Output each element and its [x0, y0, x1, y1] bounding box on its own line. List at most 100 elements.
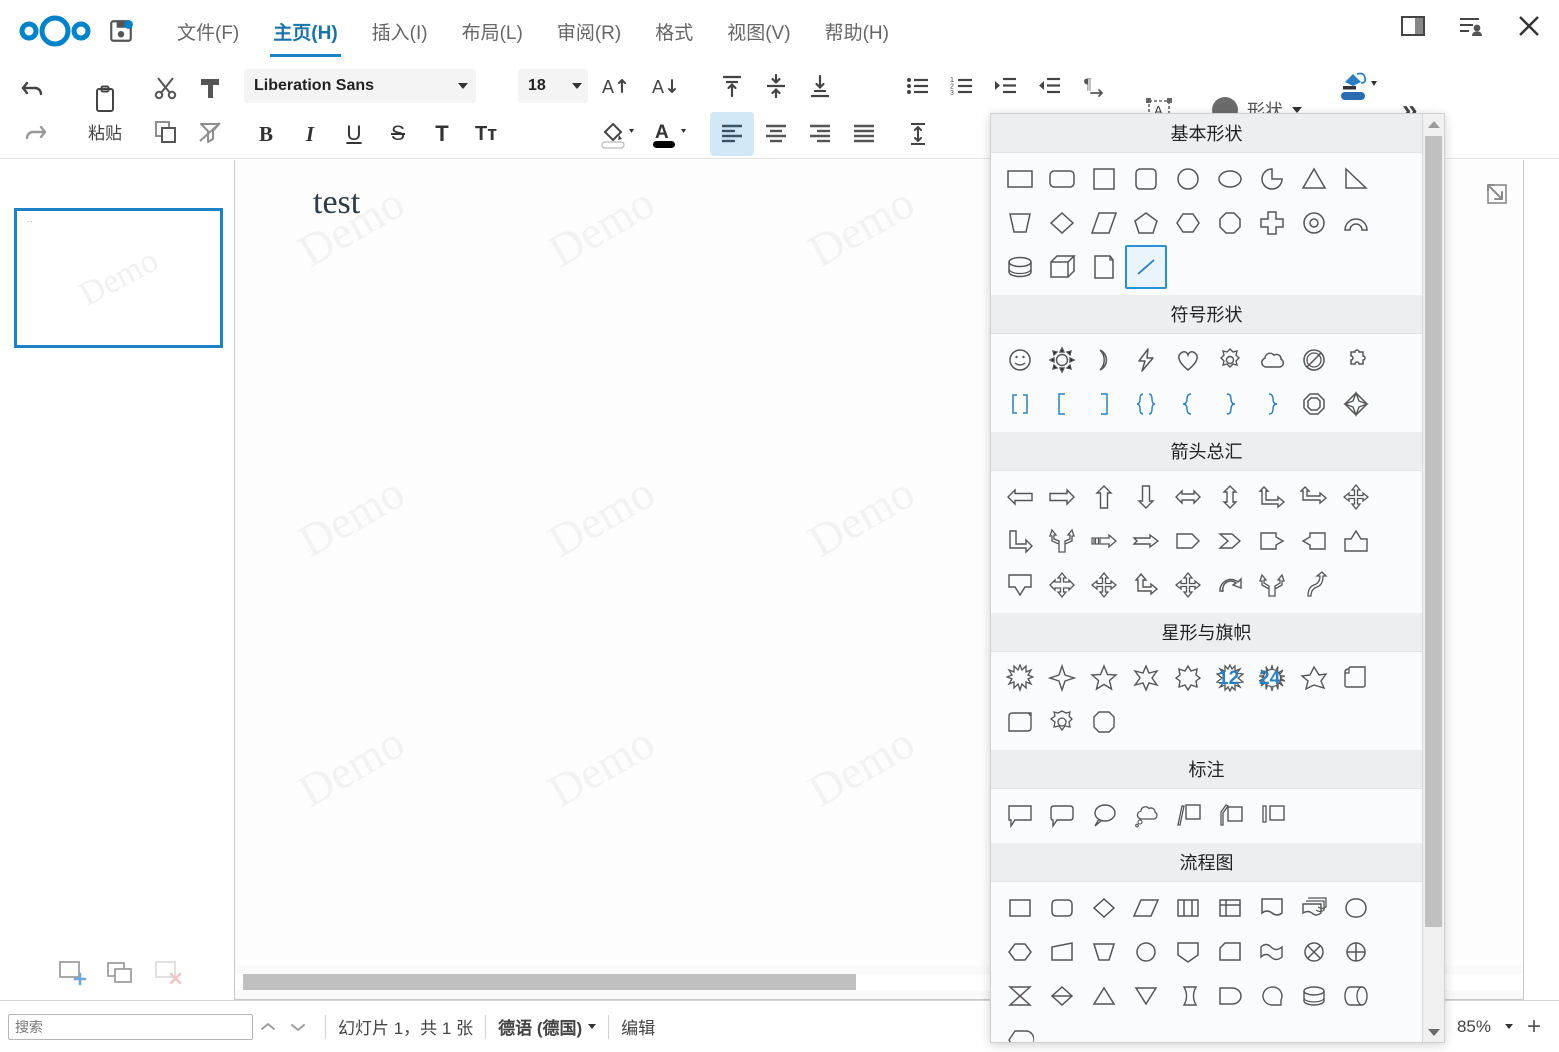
shape-folded-corner[interactable]: [1083, 245, 1125, 289]
font-name-select[interactable]: Liberation Sans: [244, 69, 476, 103]
shape-octagon[interactable]: [1209, 201, 1251, 245]
shape-chevron-arrow[interactable]: [1209, 519, 1251, 563]
shape-quad-arrow[interactable]: [1335, 475, 1377, 519]
shape-split-arrow[interactable]: [1293, 475, 1335, 519]
shape-cylinder[interactable]: [999, 245, 1041, 289]
shape-right-arrow-callout[interactable]: [1251, 519, 1293, 563]
menu-format[interactable]: 格式: [638, 12, 710, 51]
decrease-font-size-icon[interactable]: A: [644, 64, 688, 108]
shape-decision[interactable]: [1083, 886, 1125, 930]
shape-heart[interactable]: [1167, 338, 1209, 382]
nextcloud-logo-icon[interactable]: [18, 15, 92, 47]
shape-cross[interactable]: [1251, 201, 1293, 245]
menu-file[interactable]: 文件(F): [160, 12, 256, 51]
language-label[interactable]: 德语 (德国): [498, 1014, 582, 1039]
shape-predefined-process[interactable]: [1167, 886, 1209, 930]
italic-button[interactable]: I: [288, 112, 332, 156]
shape-octagon-bevel[interactable]: [1293, 382, 1335, 426]
shape-oval-callout[interactable]: [1083, 793, 1125, 837]
shape-extract[interactable]: [1083, 974, 1125, 1018]
font-color-button[interactable]: A: [644, 112, 696, 156]
shape-punched-tape[interactable]: [1251, 930, 1293, 974]
shape-line-callout-3[interactable]: [1251, 793, 1293, 837]
shape-rectangle[interactable]: [999, 157, 1041, 201]
shape-cloud[interactable]: [1251, 338, 1293, 382]
shape-parallelogram[interactable]: [1083, 201, 1125, 245]
shape-trapezoid[interactable]: [999, 201, 1041, 245]
shape-s-curve-arrow[interactable]: [1293, 563, 1335, 607]
shape-prohibited[interactable]: [1293, 338, 1335, 382]
sidebar-toggle-icon[interactable]: [1397, 10, 1429, 42]
shape-down-arrow-callout[interactable]: [999, 563, 1041, 607]
shape-summing-junction[interactable]: [1293, 930, 1335, 974]
line-spacing-icon[interactable]: [896, 112, 940, 156]
shape-hexagon[interactable]: [1167, 201, 1209, 245]
shadow-button[interactable]: T: [420, 112, 464, 156]
increase-indent-icon[interactable]: [984, 64, 1028, 108]
shape-puzzle[interactable]: [1335, 338, 1377, 382]
align-center-icon[interactable]: [754, 112, 798, 156]
shape-star-8[interactable]: [1167, 656, 1209, 700]
shape-diamond-bevel[interactable]: [1335, 382, 1377, 426]
chevron-down-icon[interactable]: [572, 83, 582, 89]
character-spacing-button[interactable]: Tт: [464, 112, 508, 156]
shape-smiley[interactable]: [999, 338, 1041, 382]
close-icon[interactable]: [1513, 10, 1545, 42]
numbered-list-icon[interactable]: 123: [940, 64, 984, 108]
shape-card[interactable]: [1209, 930, 1251, 974]
shape-ellipse[interactable]: [1209, 157, 1251, 201]
chevron-down-icon[interactable]: [458, 83, 468, 89]
shape-diamond[interactable]: [1041, 201, 1083, 245]
shape-pie[interactable]: [1251, 157, 1293, 201]
slide-thumbnail-1[interactable]: .. Demo: [14, 208, 223, 348]
shape-pentagon[interactable]: [1125, 201, 1167, 245]
shape-internal-storage[interactable]: [1209, 886, 1251, 930]
shape-lightning-bolt[interactable]: [1125, 338, 1167, 382]
font-size-select[interactable]: 18: [518, 69, 588, 103]
zoom-in-button[interactable]: +: [1527, 1014, 1541, 1039]
shape-signet[interactable]: [1083, 700, 1125, 744]
undo-icon[interactable]: [12, 66, 56, 110]
shape-left-arrow-callout[interactable]: [1293, 519, 1335, 563]
shape-striped-right-arrow[interactable]: [1083, 519, 1125, 563]
paste-group[interactable]: 粘贴: [70, 62, 140, 158]
new-slide-icon[interactable]: [58, 959, 88, 994]
shape-cube[interactable]: [1041, 245, 1083, 289]
align-right-icon[interactable]: [798, 112, 842, 156]
shape-manual-operation[interactable]: [1083, 930, 1125, 974]
shape-right-arrow[interactable]: [1041, 475, 1083, 519]
shape-right-triangle[interactable]: [1335, 157, 1377, 201]
shape-split-arrow-2[interactable]: [1251, 563, 1293, 607]
format-paintbrush-icon[interactable]: [188, 66, 232, 110]
shape-up-down-arrow-callout[interactable]: [1041, 563, 1083, 607]
shape-or[interactable]: [1335, 930, 1377, 974]
shape-left-bracket[interactable]: [1041, 382, 1083, 426]
shape-star-5[interactable]: [1083, 656, 1125, 700]
shape-line-diagonal[interactable]: [1125, 245, 1167, 289]
shape-double-brace[interactable]: [1125, 382, 1167, 426]
scissors-icon[interactable]: [144, 66, 188, 110]
shape-sun[interactable]: [1041, 338, 1083, 382]
align-justify-icon[interactable]: [842, 112, 886, 156]
scrollbar-thumb[interactable]: [243, 974, 856, 990]
increase-font-size-icon[interactable]: A: [594, 64, 638, 108]
clear-formatting-icon[interactable]: [188, 110, 232, 154]
shape-circle[interactable]: [1167, 157, 1209, 201]
shape-up-arrow[interactable]: [1083, 475, 1125, 519]
copy-icon[interactable]: [144, 110, 188, 154]
shape-alternate-process[interactable]: [1041, 886, 1083, 930]
shape-vertical-scroll[interactable]: [1335, 656, 1377, 700]
expand-sidebar-icon[interactable]: [1485, 182, 1509, 211]
highlight-color-button[interactable]: [592, 112, 644, 156]
text-direction-rtl-icon[interactable]: ¶: [1072, 64, 1116, 108]
redo-icon[interactable]: [12, 110, 56, 154]
shape-quad-arrow-2[interactable]: [1167, 563, 1209, 607]
shape-document[interactable]: [1251, 886, 1293, 930]
strikethrough-button[interactable]: S: [376, 112, 420, 156]
shape-multidocument[interactable]: [1293, 886, 1335, 930]
delete-slide-icon[interactable]: [154, 959, 184, 994]
shape-connector[interactable]: [1125, 930, 1167, 974]
shape-manual-input[interactable]: [1041, 930, 1083, 974]
save-icon[interactable]: [108, 18, 134, 44]
bullet-list-icon[interactable]: [896, 64, 940, 108]
